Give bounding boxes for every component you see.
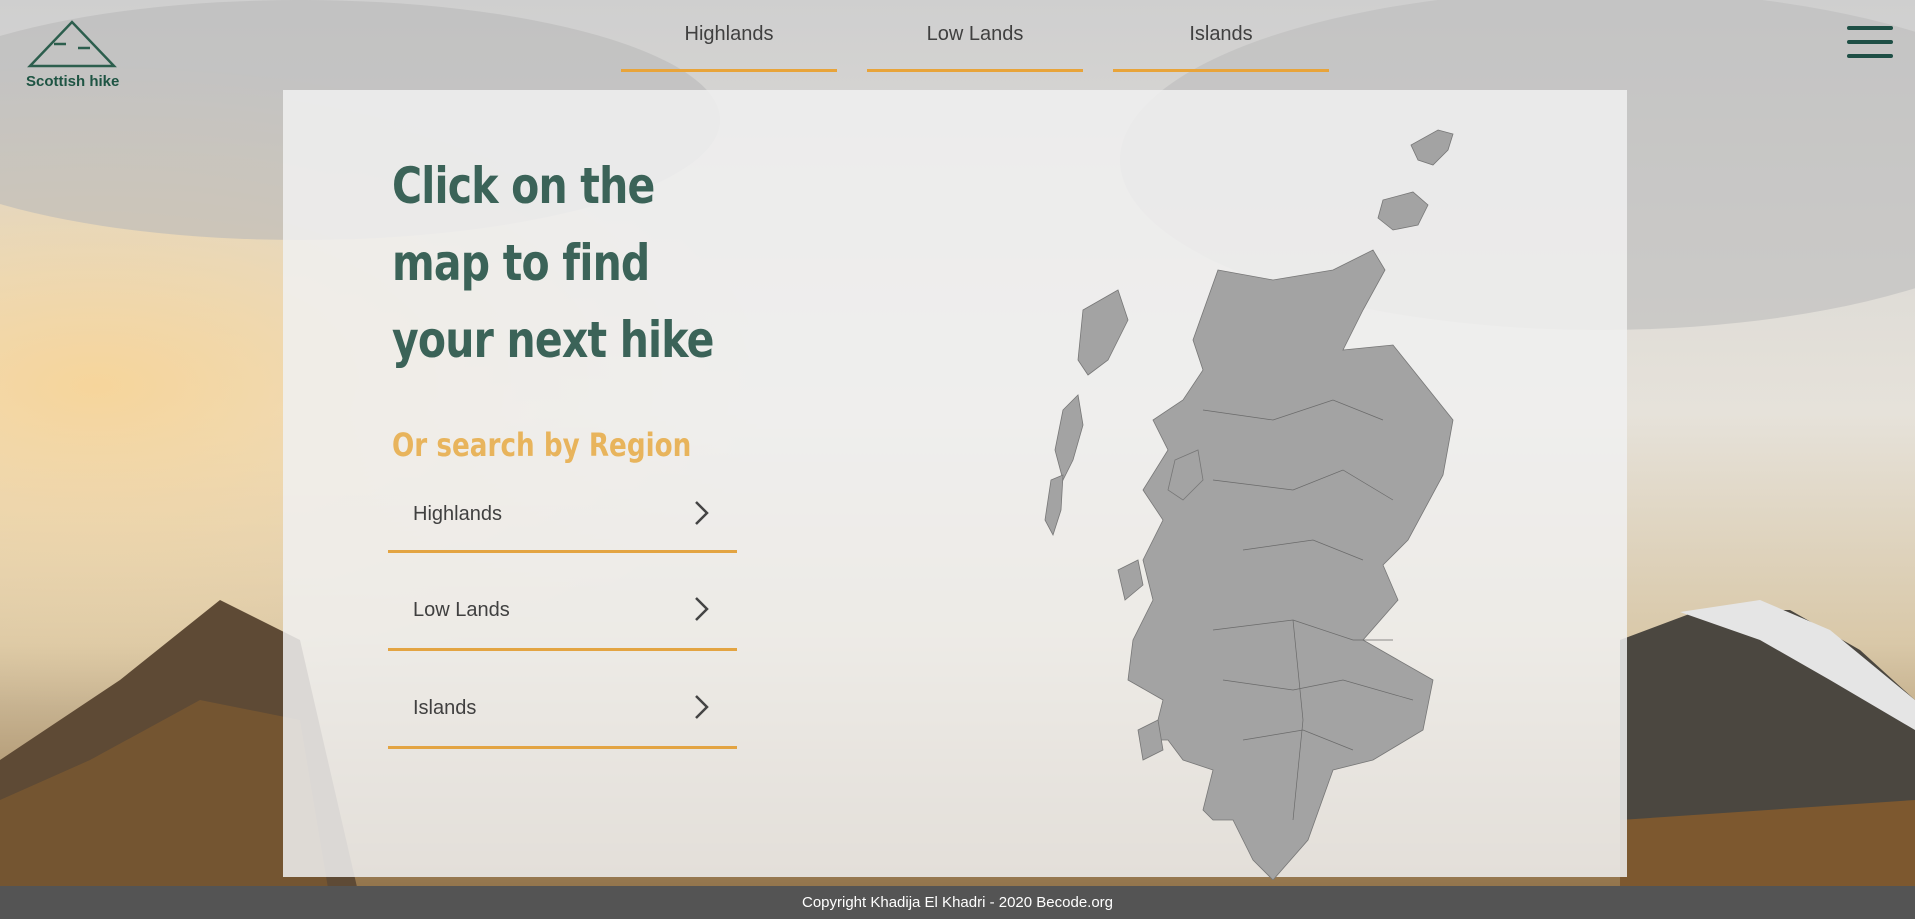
region-item-highlands[interactable]: Highlands (388, 487, 737, 553)
region-label: Islands (413, 697, 477, 719)
scotland-map-icon[interactable] (913, 120, 1473, 880)
logo[interactable]: Scottish hike (22, 18, 122, 93)
nav-item-low-lands[interactable]: Low Lands (867, 0, 1083, 72)
chevron-right-icon (695, 695, 709, 719)
region-item-islands[interactable]: Islands (388, 651, 737, 749)
top-nav: Highlands Low Lands Islands (621, 0, 1329, 72)
chevron-right-icon (695, 597, 709, 621)
page-headline: Click on the map to find your next hike (392, 157, 714, 369)
region-label: Highlands (413, 503, 502, 525)
hamburger-icon[interactable] (1847, 26, 1893, 60)
chevron-right-icon (695, 501, 709, 525)
footer: Copyright Khadija El Khadri - 2020 Becod… (0, 886, 1915, 919)
copyright-text: Copyright Khadija El Khadri - 2020 Becod… (801, 894, 1114, 911)
region-label: Low Lands (413, 599, 510, 621)
region-item-low-lands[interactable]: Low Lands (388, 553, 737, 651)
main-panel: Click on the map to find your next hike … (283, 90, 1627, 880)
mountain-icon (27, 20, 117, 68)
logo-text: Scottish hike (26, 73, 120, 90)
region-list: Highlands Low Lands Islands (388, 487, 737, 749)
nav-item-highlands[interactable]: Highlands (621, 0, 837, 72)
region-subheading: Or search by Region (392, 426, 692, 464)
nav-item-islands[interactable]: Islands (1113, 0, 1329, 72)
